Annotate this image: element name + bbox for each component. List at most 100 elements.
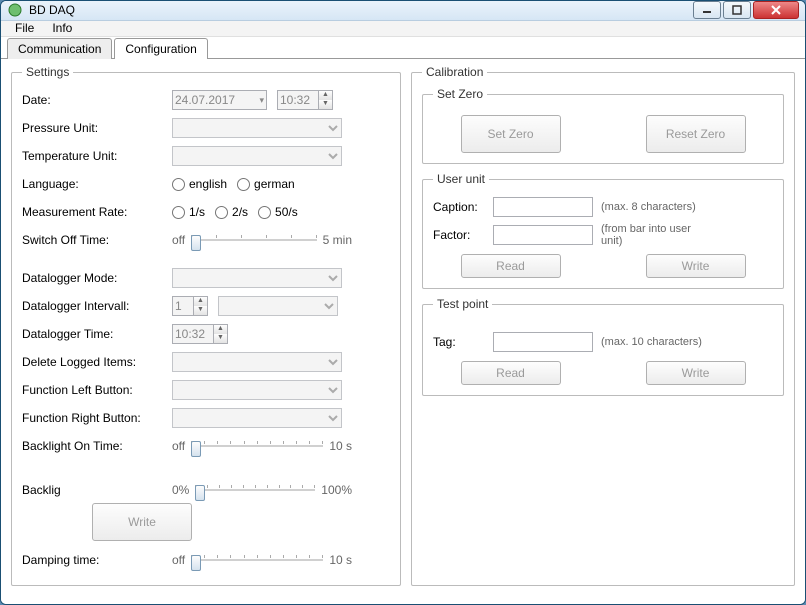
spin-up-icon[interactable]: ▲ [213,325,227,334]
calibration-group: Calibration Set Zero Set Zero Reset Zero… [411,65,795,586]
dl-time-value[interactable] [173,325,213,343]
backlight-on-slider[interactable] [191,437,323,455]
lang-english-radio[interactable]: english [172,177,227,191]
date-value: 24.07.2017 [175,93,235,107]
spin-down-icon[interactable]: ▼ [318,100,332,109]
reset-zero-button[interactable]: Reset Zero [646,115,746,153]
slider-thumb-icon[interactable] [195,485,205,501]
caption-hint: (max. 8 characters) [601,201,696,213]
close-icon [771,5,781,15]
fn-right-label: Function Right Button: [22,411,172,425]
backlight-pct-slider[interactable] [195,481,315,499]
tag-hint: (max. 10 characters) [601,336,702,348]
app-window: BD DAQ File Info Communication Configura… [0,0,806,605]
time-spinner[interactable]: ▲▼ [277,90,333,110]
dl-mode-label: Datalogger Mode: [22,271,172,285]
factor-hint: (from bar into user unit) [601,223,711,247]
dl-time-label: Datalogger Time: [22,327,172,341]
settings-group: Settings Date: 24.07.2017 ▾ ▲▼ [11,65,401,586]
tab-communication[interactable]: Communication [7,38,112,59]
testpoint-write-button[interactable]: Write [646,361,746,385]
damping-slider[interactable] [191,551,323,569]
dl-interval-unit-select[interactable] [218,296,338,316]
menu-file[interactable]: File [15,21,34,35]
tag-label: Tag: [433,335,493,349]
settings-legend: Settings [22,65,73,79]
app-icon [7,2,23,18]
temperature-unit-select[interactable] [172,146,342,166]
damping-max: 10 s [329,553,352,567]
slider-thumb-icon[interactable] [191,441,201,457]
caption-input[interactable] [493,197,593,217]
userunit-group: User unit Caption: (max. 8 characters) F… [422,172,784,289]
spin-down-icon[interactable]: ▼ [193,306,207,315]
switch-off-min: off [172,233,185,247]
pressure-unit-select[interactable] [172,118,342,138]
calibration-legend: Calibration [422,65,487,79]
menu-info[interactable]: Info [52,21,72,35]
lang-german-radio[interactable]: german [237,177,295,191]
factor-label: Factor: [433,228,493,242]
rate-1-radio[interactable]: 1/s [172,205,205,219]
fn-right-select[interactable] [172,408,342,428]
tabstrip: Communication Configuration [1,37,805,59]
settings-write-button[interactable]: Write [92,503,192,541]
damping-min: off [172,553,185,567]
testpoint-group: Test point Tag: (max. 10 characters) Rea… [422,297,784,396]
switch-off-slider[interactable] [191,231,317,249]
spin-down-icon[interactable]: ▼ [213,334,227,343]
menubar: File Info [1,21,805,37]
userunit-legend: User unit [433,172,489,186]
slider-thumb-icon[interactable] [191,555,201,571]
backlight-on-max: 10 s [329,439,352,453]
setzero-legend: Set Zero [433,87,487,101]
date-label: Date: [22,93,172,107]
dl-interval-value[interactable] [173,297,193,315]
spin-up-icon[interactable]: ▲ [318,91,332,100]
caption-label: Caption: [433,200,493,214]
userunit-write-button[interactable]: Write [646,254,746,278]
delete-logged-select[interactable] [172,352,342,372]
fn-left-label: Function Left Button: [22,383,172,397]
maximize-icon [732,5,742,15]
backlight-label-truncated: Backlig [22,483,172,497]
dl-interval-spinner[interactable]: ▲▼ [172,296,208,316]
window-title: BD DAQ [29,3,693,17]
backlight-pct-max: 100% [321,483,352,497]
dl-interval-label: Datalogger Intervall: [22,299,172,313]
fn-left-select[interactable] [172,380,342,400]
slider-thumb-icon[interactable] [191,235,201,251]
chevron-down-icon: ▾ [259,95,264,106]
backlight-on-min: off [172,439,185,453]
delete-logged-label: Delete Logged Items: [22,355,172,369]
tab-configuration[interactable]: Configuration [114,38,207,59]
dl-time-spinner[interactable]: ▲▼ [172,324,228,344]
meas-rate-label: Measurement Rate: [22,205,172,219]
minimize-icon [702,5,712,15]
spin-up-icon[interactable]: ▲ [193,297,207,306]
time-value[interactable] [278,91,318,109]
factor-input[interactable] [493,225,593,245]
titlebar: BD DAQ [1,1,805,21]
tag-input[interactable] [493,332,593,352]
minimize-button[interactable] [693,1,721,19]
userunit-read-button[interactable]: Read [461,254,561,278]
testpoint-read-button[interactable]: Read [461,361,561,385]
rate-2-radio[interactable]: 2/s [215,205,248,219]
pressure-unit-label: Pressure Unit: [22,121,172,135]
testpoint-legend: Test point [433,297,492,311]
language-label: Language: [22,177,172,191]
backlight-on-label: Backlight On Time: [22,439,172,453]
backlight-pct-min: 0% [172,483,189,497]
set-zero-button[interactable]: Set Zero [461,115,561,153]
maximize-button[interactable] [723,1,751,19]
close-button[interactable] [753,1,799,19]
date-picker[interactable]: 24.07.2017 ▾ [172,90,267,110]
setzero-group: Set Zero Set Zero Reset Zero [422,87,784,164]
switch-off-max: 5 min [323,233,352,247]
temperature-unit-label: Temperature Unit: [22,149,172,163]
rate-50-radio[interactable]: 50/s [258,205,298,219]
dl-mode-select[interactable] [172,268,342,288]
switch-off-label: Switch Off Time: [22,233,172,247]
damping-label: Damping time: [22,553,172,567]
